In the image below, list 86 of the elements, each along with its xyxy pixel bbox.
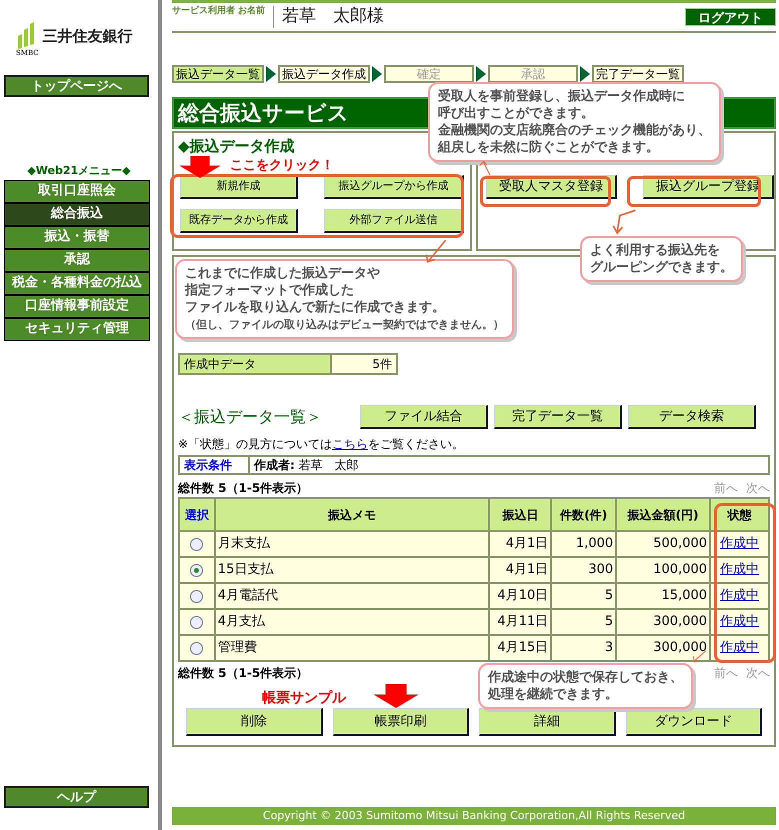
memo-cell: 月末支払 — [216, 532, 488, 556]
menu-item[interactable]: 承認 — [5, 250, 149, 270]
column-header: 振込メモ — [216, 499, 488, 530]
count-cell: 5 — [552, 584, 616, 608]
step-label: 振込データ一覧 — [172, 65, 264, 83]
action-button[interactable]: 完了データ一覧 — [494, 405, 622, 429]
callout-note: （但し、ファイルの取り込みはデビュー契約ではできません。） — [185, 317, 504, 333]
memo-cell: 15日支払 — [216, 558, 488, 582]
count-cell: 300 — [552, 558, 616, 582]
callout-text: 作成途中の状態で保存しておき、 — [488, 669, 683, 686]
amount-cell: 100,000 — [617, 558, 710, 582]
top-page-button[interactable]: トップページへ — [4, 75, 149, 97]
step-label: 承認 — [488, 65, 578, 83]
menu-item[interactable]: 税金・各種料金の払込 — [5, 272, 149, 294]
user-label: サービス利用者 お名前 — [172, 5, 266, 18]
step-label: 完了データ一覧 — [592, 65, 684, 83]
date-cell: 4月1日 — [490, 558, 550, 582]
column-header: 振込日 — [490, 499, 550, 530]
menu-item[interactable]: 口座情報事前設定 — [5, 296, 149, 316]
memo-cell: 管理費 — [216, 636, 488, 660]
action-button[interactable]: 既存データから作成 — [180, 209, 298, 233]
action-button[interactable]: ファイル結合 — [360, 405, 488, 429]
memo-cell: 4月支払 — [216, 610, 488, 634]
count-cell: 1,000 — [552, 532, 616, 556]
menu-title: ◆Web21メニュー◆ — [26, 163, 132, 179]
amount-cell: 300,000 — [617, 636, 710, 660]
date-cell: 4月10日 — [490, 584, 550, 608]
sample-label: 帳票サンプル — [262, 689, 346, 708]
count-cell: 5 — [552, 610, 616, 634]
action-button[interactable]: 外部ファイル送信 — [324, 209, 464, 233]
condition-label: 表示条件 — [180, 456, 250, 474]
step-arrow-icon — [476, 66, 486, 82]
radio-button[interactable] — [190, 538, 204, 550]
action-button[interactable]: 帳票印刷 — [332, 708, 469, 736]
click-here-label: ここをクリック！ — [230, 157, 334, 175]
callout-text: ファイルを取り込んで新たに作成できます。 — [185, 299, 446, 316]
user-name: 若草 太郎様 — [282, 5, 384, 28]
total-count: 総件数 5（1-5件表示） — [178, 480, 308, 497]
help-button[interactable]: ヘルプ — [4, 786, 149, 808]
callout-text: 処理を継続できます。 — [488, 686, 619, 703]
action-button[interactable]: 振込グループから作成 — [324, 175, 464, 199]
summary-label: 作成中データ — [180, 355, 332, 373]
column-header: 件数(件) — [552, 499, 616, 530]
date-cell: 4月11日 — [490, 610, 550, 634]
menu-item[interactable]: セキュリティ管理 — [5, 318, 149, 340]
list-heading: ＜振込データ一覧＞ — [178, 406, 323, 428]
copyright-footer: Copyright © 2003 Sumitomo Mitsui Banking Corporation,All Rights Reserved — [172, 807, 776, 825]
action-button[interactable]: データ検索 — [628, 405, 756, 429]
menu-item[interactable]: 取引口座照会 — [5, 180, 149, 202]
callout-text: 呼び出すことができます。 — [438, 105, 595, 122]
action-button[interactable]: ダウンロード — [626, 708, 762, 736]
step-label: 確定 — [384, 65, 474, 83]
radio-button[interactable] — [190, 590, 204, 602]
logout-button[interactable]: ログアウト — [685, 8, 776, 26]
step-arrow-icon — [372, 66, 382, 82]
callout-text: 指定フォーマットで作成した — [185, 282, 355, 299]
step-arrow-icon — [580, 66, 590, 82]
radio-button[interactable] — [190, 564, 204, 576]
action-button[interactable]: 削除 — [186, 708, 322, 736]
amount-cell: 15,000 — [617, 584, 710, 608]
summary-value: 5件 — [332, 355, 396, 373]
radio-button[interactable] — [190, 616, 204, 628]
amount-cell: 500,000 — [617, 532, 710, 556]
status-help-note: ※「状態」の見方については こちら をご覧ください。 — [178, 436, 466, 453]
step-label: 振込データ作成 — [278, 65, 370, 83]
column-header: 振込金額(円) — [617, 499, 709, 530]
callout-text: 組戻しを未然に防ぐことができます。 — [438, 139, 660, 156]
memo-cell: 4月電話代 — [216, 584, 488, 608]
total-count: 総件数 5（1-5件表示） — [178, 665, 308, 682]
section-heading: ◆振込データ作成 — [178, 137, 295, 155]
count-cell: 3 — [552, 636, 616, 660]
action-button[interactable]: 新規作成 — [180, 175, 298, 199]
callout-text: グルーピングできます。 — [590, 259, 733, 276]
amount-cell: 300,000 — [617, 610, 710, 634]
radio-button[interactable] — [190, 642, 204, 654]
menu-item[interactable]: 振込・振替 — [5, 226, 149, 248]
column-header: 選択 — [180, 499, 214, 530]
here-link[interactable]: こちら — [332, 437, 368, 451]
callout-text: よく利用する振込先を — [590, 242, 721, 259]
menu-item[interactable]: 総合振込 — [5, 204, 149, 224]
callout-text: これまでに作成した振込データや — [185, 265, 381, 282]
condition-value: 作成者: 若草 太郎 — [252, 457, 360, 474]
date-cell: 4月15日 — [490, 636, 550, 660]
bank-logo-text: 三井住友銀行 — [42, 26, 133, 46]
date-cell: 4月1日 — [490, 532, 550, 556]
step-arrow-icon — [266, 66, 276, 82]
